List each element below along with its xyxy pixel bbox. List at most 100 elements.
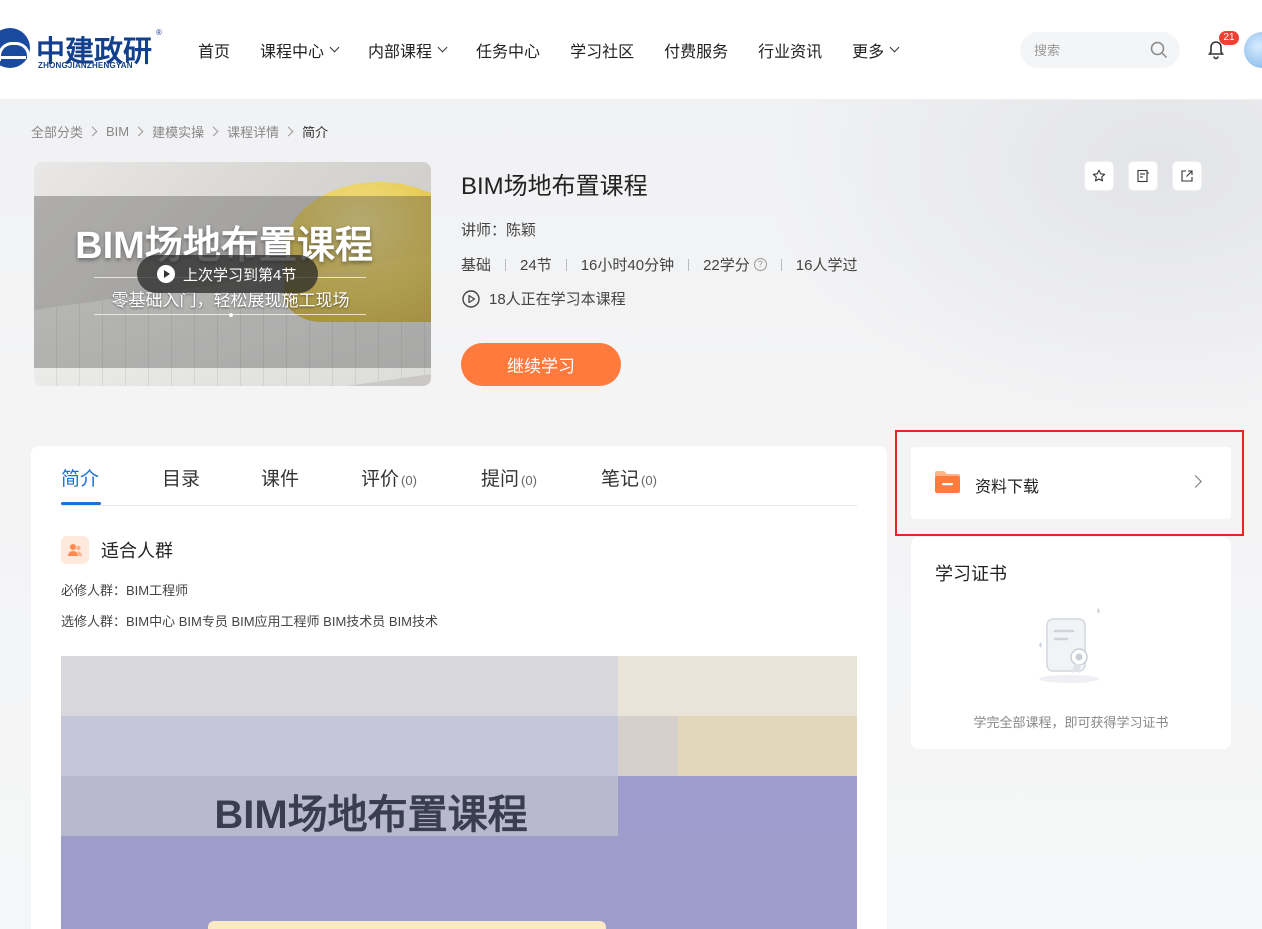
- continue-learning-button[interactable]: 继续学习: [461, 343, 621, 386]
- note-button[interactable]: [1129, 162, 1157, 190]
- search-icon[interactable]: [1150, 41, 1168, 59]
- certificate-hint: 学完全部课程，即可获得学习证书: [973, 715, 1169, 730]
- nav-item-more[interactable]: 更多: [852, 38, 900, 62]
- course-learners: 16人学过: [795, 257, 858, 274]
- chevron-right-icon: [208, 126, 219, 137]
- banner-block: [61, 656, 618, 716]
- chevron-right-icon: [87, 126, 98, 137]
- nav-item-label: 学习社区: [570, 44, 635, 61]
- avatar[interactable]: [1244, 32, 1262, 68]
- nav-item-label: 内部课程: [368, 44, 433, 61]
- site-logo[interactable]: 中建政研 ® ZHONGJIANZHENGYAN: [0, 28, 165, 74]
- course-lessons: 24节: [520, 257, 552, 274]
- chevron-right-icon: [133, 126, 144, 137]
- banner-block: [618, 656, 857, 716]
- tab-intro[interactable]: 简介: [61, 464, 99, 491]
- tab-label: 评价: [361, 469, 400, 490]
- nav-item-task-center[interactable]: 任务中心: [476, 38, 540, 62]
- breadcrumb: 全部分类 BIM 建模实操 课程详情 简介: [31, 122, 328, 141]
- tab-catalog[interactable]: 目录: [162, 464, 200, 491]
- tab-count: (0): [641, 473, 657, 488]
- nav-item-label: 更多: [852, 44, 885, 61]
- tab-label: 目录: [162, 469, 201, 490]
- nav-item-label: 任务中心: [476, 44, 541, 61]
- share-button[interactable]: [1173, 162, 1201, 190]
- banner-block: [678, 716, 857, 776]
- play-circle-icon: [462, 289, 480, 308]
- logo-registered-mark: ®: [156, 28, 162, 37]
- nav-item-industry-news[interactable]: 行业资讯: [758, 38, 822, 62]
- notification-badge: 21: [1219, 31, 1239, 45]
- tab-count: (0): [521, 473, 537, 488]
- meta-divider: [505, 258, 507, 271]
- main-nav: 首页 课程中心 内部课程 任务中心 学习社区 付费服务 行业资讯 更多: [198, 38, 928, 62]
- meta-divider: [565, 258, 567, 271]
- banner-block: [618, 716, 678, 776]
- course-teacher: 讲师：陈颖: [461, 222, 537, 239]
- nav-item-label: 行业资讯: [758, 44, 823, 61]
- course-actions: [1085, 162, 1217, 190]
- highlight-box: [895, 430, 1244, 536]
- nav-item-home[interactable]: 首页: [198, 38, 230, 62]
- nav-item-label: 付费服务: [664, 44, 729, 61]
- course-meta: 基础 24节 16小时40分钟 22学分 ? 16人学过: [461, 254, 857, 275]
- course-detail-card: 简介 目录 课件 评价 (0) 提问 (0) 笔记 (0) 适合人群 必修人群：BIM…: [31, 446, 887, 929]
- tab-notes[interactable]: 笔记 (0): [601, 464, 657, 491]
- tab-count: (0): [401, 473, 417, 488]
- audience-title: 适合人群: [101, 541, 173, 561]
- breadcrumb-item-course-detail[interactable]: 课程详情: [227, 122, 279, 141]
- search-input[interactable]: [1034, 41, 1144, 59]
- chevron-down-icon: [889, 42, 900, 53]
- chevron-down-icon: [329, 42, 340, 53]
- course-intro-banner: BIM场地布置课程: [61, 656, 857, 929]
- search-box: [1020, 32, 1180, 68]
- nav-item-label: 首页: [198, 44, 231, 61]
- note-icon: [1137, 169, 1149, 183]
- banner-pill: [208, 921, 606, 929]
- play-icon: [157, 265, 175, 283]
- nav-item-label: 课程中心: [260, 44, 325, 61]
- tab-reviews[interactable]: 评价 (0): [361, 464, 417, 491]
- tab-courseware[interactable]: 课件: [261, 464, 299, 491]
- tab-label: 提问: [481, 469, 520, 490]
- active-tab-indicator: [61, 502, 101, 505]
- course-cover[interactable]: BIM场地布置课程 零基础入门，轻松展现施工现场 上次学习到第4节: [34, 162, 431, 386]
- elective-audience: 选修人群：BIM中心 BIM专员 BIM应用工程师 BIM技术员 BIM技术: [61, 614, 439, 629]
- resume-learning-button[interactable]: 上次学习到第4节: [137, 255, 319, 293]
- certificate-title: 学习证书: [935, 564, 1007, 584]
- certificate-icon: [1039, 608, 1100, 683]
- required-audience: 必修人群：BIM工程师: [61, 583, 189, 598]
- tab-label: 简介: [61, 469, 100, 490]
- certificate-card: 学习证书 学完全部课程，即可获得学习证书: [911, 537, 1231, 749]
- breadcrumb-item-modeling[interactable]: 建模实操: [152, 122, 204, 141]
- logo-mark-icon: [0, 28, 30, 68]
- top-header: 中建政研 ® ZHONGJIANZHENGYAN 首页 课程中心 内部课程 任务…: [0, 0, 1262, 100]
- favorite-button[interactable]: [1085, 162, 1113, 190]
- breadcrumb-item-bim[interactable]: BIM: [106, 124, 129, 139]
- resume-label: 上次学习到第4节: [183, 266, 297, 284]
- nav-item-paid-services[interactable]: 付费服务: [664, 38, 728, 62]
- star-icon: [1092, 169, 1106, 182]
- learning-now: 18人正在学习本课程: [461, 288, 626, 309]
- audience-section-header: 适合人群: [61, 536, 173, 564]
- course-credits: 22学分: [703, 257, 750, 274]
- help-icon[interactable]: ?: [753, 258, 767, 271]
- user-group-icon: [61, 536, 89, 564]
- banner-title: BIM场地布置课程: [214, 793, 528, 837]
- tab-questions[interactable]: 提问 (0): [481, 464, 537, 491]
- breadcrumb-item-current: 简介: [302, 125, 329, 140]
- learning-now-text: 18人正在学习本课程: [489, 291, 626, 308]
- course-duration: 16小时40分钟: [580, 257, 675, 274]
- chevron-right-icon: [283, 126, 294, 137]
- meta-divider: [688, 258, 690, 271]
- detail-tabs: 简介 目录 课件 评价 (0) 提问 (0) 笔记 (0): [61, 446, 857, 506]
- tab-label: 笔记: [601, 469, 640, 490]
- nav-item-community[interactable]: 学习社区: [570, 38, 634, 62]
- banner-block: [61, 716, 618, 776]
- chevron-down-icon: [437, 42, 448, 53]
- nav-item-course-center[interactable]: 课程中心: [260, 38, 340, 62]
- tab-label: 课件: [261, 469, 300, 490]
- banner-block: [61, 836, 857, 929]
- breadcrumb-item-all[interactable]: 全部分类: [31, 122, 83, 141]
- nav-item-internal-courses[interactable]: 内部课程: [368, 38, 448, 62]
